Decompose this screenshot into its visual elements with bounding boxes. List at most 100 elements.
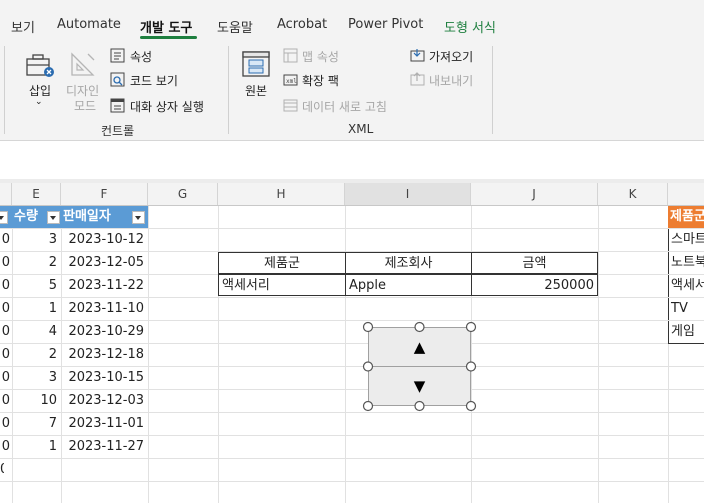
table-cell[interactable]: 3 [12, 229, 57, 251]
lookup-value-category[interactable]: 액세서리 [218, 274, 346, 296]
column-header-j[interactable]: J [471, 183, 598, 205]
list-item[interactable]: 스마트 [668, 229, 704, 251]
table-header-partial [0, 206, 12, 228]
column-header-partial[interactable] [0, 183, 12, 205]
import-icon [410, 49, 425, 62]
tab-automate[interactable]: Automate [57, 17, 121, 32]
design-mode-icon [71, 52, 95, 76]
table-cell[interactable]: 5 [12, 275, 57, 297]
column-header-k[interactable]: K [598, 183, 668, 205]
export-button[interactable]: 내보내기 [429, 72, 473, 89]
lookup-value-manufacturer[interactable]: Apple [345, 274, 472, 296]
table-cell[interactable]: 10 [12, 390, 57, 412]
category-list-header[interactable]: 제품군 [668, 206, 704, 228]
expansion-packs-icon: xml [283, 74, 298, 86]
chevron-down-icon: ⌄ [35, 97, 43, 107]
table-cell[interactable]: 2023-12-18 [61, 344, 144, 366]
table-cell[interactable]: 7 [12, 413, 57, 435]
lookup-header-manufacturer[interactable]: 제조회사 [345, 252, 472, 274]
map-properties-button[interactable]: 맵 속성 [302, 48, 339, 65]
controls-group-label: 컨트롤 [101, 124, 135, 138]
filter-dropdown-icon[interactable] [47, 211, 60, 224]
refresh-data-button[interactable]: 데이터 새로 고침 [302, 98, 387, 115]
column-header-g[interactable]: G [148, 183, 218, 205]
table-header-qty[interactable]: 수량 [12, 206, 61, 228]
list-item[interactable]: 게임 [668, 321, 704, 344]
design-mode-label-2: 모드 [74, 99, 97, 113]
table-cell[interactable]: 2023-12-05 [61, 252, 144, 274]
column-header-row: E F G H I J K [0, 183, 704, 206]
table-header-date-label: 판매일자 [63, 209, 111, 224]
table-cell[interactable]: 0 [0, 298, 10, 320]
expansion-packs-button[interactable]: 확장 팩 [302, 72, 339, 89]
ribbon-body: 삽입 ⌄ 디자인 모드 속성 코드 보기 대화 상자 실행 컨트롤 원본 맵 속… [0, 40, 704, 141]
table-cell[interactable]: 2023-11-22 [61, 275, 144, 297]
table-cell[interactable]: 2023-11-10 [61, 298, 144, 320]
table-cell[interactable]: 0 [0, 321, 10, 343]
gridline [0, 458, 704, 459]
table-cell[interactable]: 0 [0, 436, 10, 458]
column-header-e[interactable]: E [12, 183, 61, 205]
table-cell[interactable]: 2023-12-03 [61, 390, 144, 412]
table-cell[interactable]: 0 [0, 252, 10, 274]
spin-button-control[interactable]: ▲ ▼ [362, 321, 477, 412]
table-cell[interactable]: 0 [0, 229, 10, 251]
import-button[interactable]: 가져오기 [429, 48, 473, 65]
toolbox-icon [26, 54, 54, 77]
table-cell[interactable]: 3 [12, 367, 57, 389]
xml-group-label: XML [348, 122, 374, 136]
group-separator [4, 46, 5, 134]
table-cell[interactable]: 0 [0, 413, 10, 435]
active-tab-indicator [140, 36, 197, 39]
lookup-header-amount[interactable]: 금액 [471, 252, 598, 274]
column-header-h[interactable]: H [218, 183, 345, 205]
properties-icon [110, 48, 125, 63]
table-cell[interactable]: 2 [12, 252, 57, 274]
properties-button[interactable]: 속성 [130, 48, 152, 65]
table-cell[interactable]: 4 [12, 321, 57, 343]
tab-view[interactable]: 보기 [11, 17, 35, 36]
column-header-i[interactable]: I [345, 183, 471, 205]
lookup-header-category[interactable]: 제품군 [218, 252, 346, 274]
selection-handles[interactable] [362, 321, 477, 412]
table-cell[interactable]: 0 [0, 367, 10, 389]
group-separator [492, 46, 493, 134]
table-cell[interactable]: 2023-11-01 [61, 413, 144, 435]
tab-help[interactable]: 도움말 [217, 17, 253, 36]
table-cell[interactable]: 2023-10-29 [61, 321, 144, 343]
table-cell[interactable]: 0 [0, 459, 4, 481]
view-code-button[interactable]: 코드 보기 [130, 72, 178, 89]
table-cell[interactable]: 1 [12, 436, 57, 458]
worksheet-grid[interactable]: 수량 판매일자 0 3 2023-10-12 0 2 2023-12-05 0 … [0, 206, 704, 503]
svg-text:xml: xml [286, 78, 297, 85]
tab-power-pivot[interactable]: Power Pivot [348, 17, 423, 32]
xml-source-icon [242, 51, 270, 77]
list-item[interactable]: 노트북 [668, 252, 704, 274]
table-header-qty-label: 수량 [14, 209, 38, 224]
column-header-f[interactable]: F [61, 183, 148, 205]
filter-dropdown-icon[interactable] [132, 211, 145, 224]
tab-developer[interactable]: 개발 도구 [140, 17, 192, 36]
table-cell[interactable]: 2 [12, 344, 57, 366]
run-dialog-icon [110, 98, 125, 113]
table-cell[interactable]: 1 [12, 298, 57, 320]
column-header-l[interactable] [668, 183, 704, 205]
table-cell[interactable]: 2023-10-12 [61, 229, 144, 251]
list-item[interactable]: 액세서 [668, 275, 704, 297]
xml-source-button[interactable]: 원본 [245, 82, 267, 99]
table-cell[interactable]: 2023-11-27 [61, 436, 144, 458]
map-properties-icon [283, 48, 298, 63]
table-header-date[interactable]: 판매일자 [61, 206, 148, 228]
view-code-icon [110, 72, 125, 87]
table-cell[interactable]: 0 [0, 275, 10, 297]
formula-bar[interactable] [0, 141, 704, 179]
list-item[interactable]: TV [668, 298, 704, 320]
tab-shape-format[interactable]: 도형 서식 [444, 17, 496, 36]
table-cell[interactable]: 0 [0, 344, 10, 366]
tab-acrobat[interactable]: Acrobat [277, 17, 327, 32]
table-cell[interactable]: 0 [0, 390, 10, 412]
table-cell[interactable]: 2023-10-15 [61, 367, 144, 389]
run-dialog-button[interactable]: 대화 상자 실행 [130, 98, 204, 115]
lookup-value-amount[interactable]: 250000 [471, 274, 598, 296]
refresh-data-icon [283, 99, 298, 112]
